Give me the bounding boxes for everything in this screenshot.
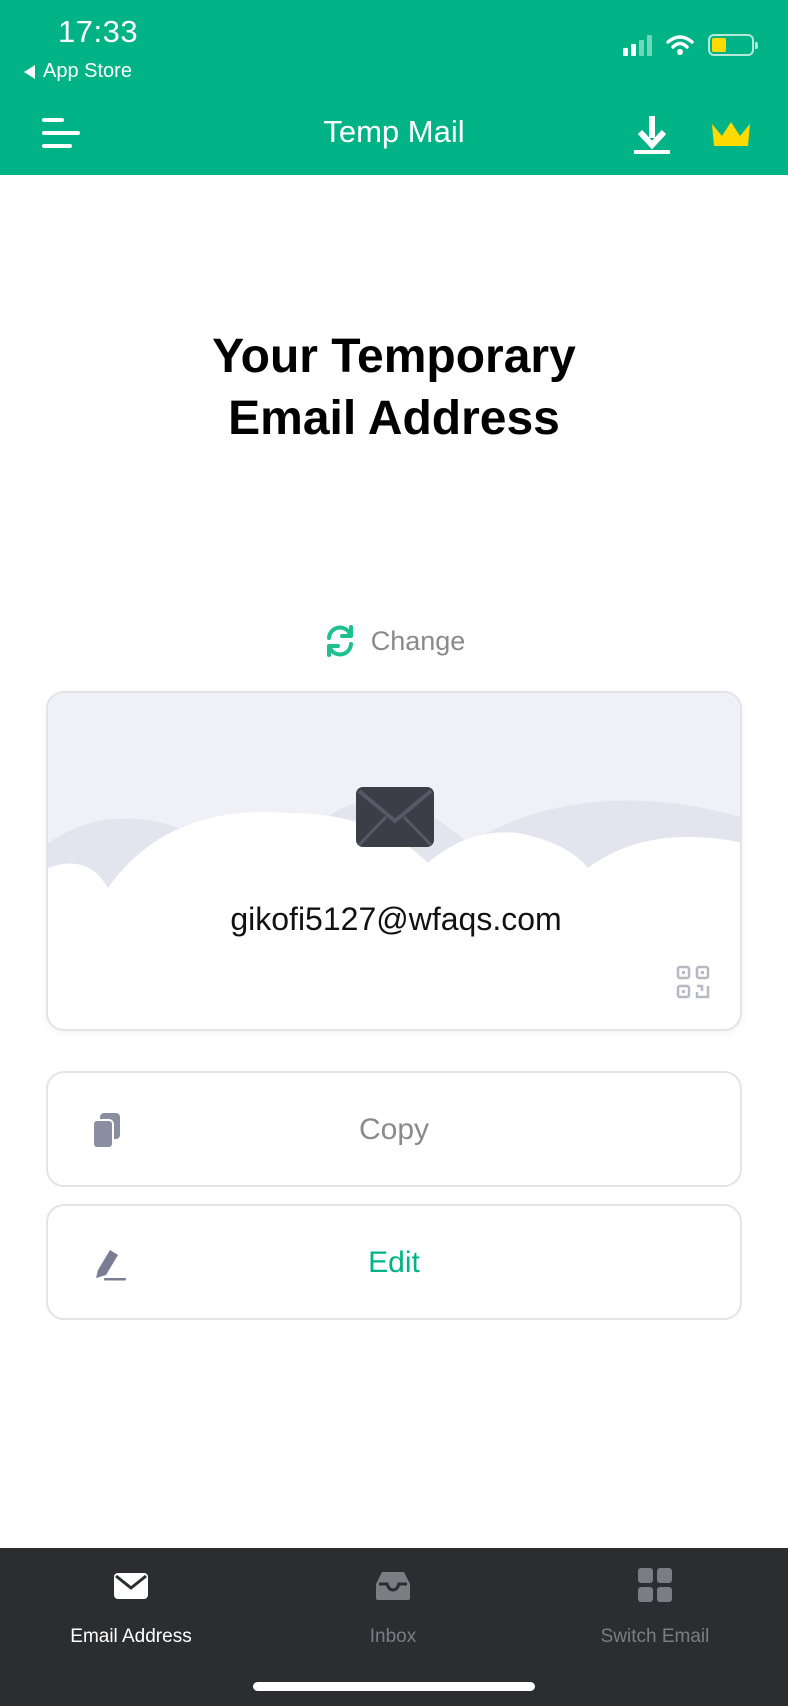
edit-label: Edit	[368, 1246, 420, 1279]
copy-button[interactable]: Copy	[46, 1071, 742, 1187]
change-label: Change	[370, 625, 466, 656]
change-email-button[interactable]: Change	[0, 624, 788, 658]
tab-label: Inbox	[369, 1626, 417, 1647]
headline-line-2: Email Address	[228, 392, 560, 445]
app-header: 17:33 App Store Temp Mail	[0, 0, 788, 175]
envelope-icon	[356, 787, 434, 847]
back-arrow-icon	[24, 64, 35, 79]
status-indicators	[623, 34, 758, 56]
tab-label: Email Address	[70, 1626, 192, 1647]
tab-label: Switch Email	[600, 1626, 710, 1647]
cellular-signal-icon	[623, 34, 652, 56]
headline: Your Temporary Email Address	[0, 326, 788, 450]
download-icon[interactable]	[632, 114, 672, 156]
back-app-label: App Store	[43, 60, 132, 82]
card-background-illustration	[48, 693, 740, 1029]
wifi-icon	[666, 35, 694, 55]
status-time: 17:33	[58, 14, 139, 49]
battery-icon	[708, 34, 758, 56]
home-indicator	[253, 1682, 535, 1691]
refresh-icon	[326, 625, 353, 657]
email-address: gikofi5127@wfaqs.com	[230, 901, 562, 937]
tab-switch-email[interactable]: Switch Email	[524, 1548, 786, 1668]
qr-code-icon[interactable]	[676, 965, 710, 999]
email-address-card: gikofi5127@wfaqs.com	[46, 691, 742, 1031]
edit-button[interactable]: Edit	[46, 1204, 742, 1320]
tab-inbox[interactable]: Inbox	[262, 1548, 524, 1668]
back-to-app-link[interactable]: App Store	[24, 60, 132, 83]
tab-email-address[interactable]: Email Address	[0, 1548, 262, 1668]
crown-icon[interactable]	[710, 118, 752, 150]
envelope-icon	[114, 1573, 148, 1599]
grid-icon	[638, 1568, 672, 1602]
copy-label: Copy	[358, 1113, 430, 1146]
inbox-icon	[376, 1572, 410, 1600]
headline-line-1: Your Temporary	[212, 330, 576, 383]
